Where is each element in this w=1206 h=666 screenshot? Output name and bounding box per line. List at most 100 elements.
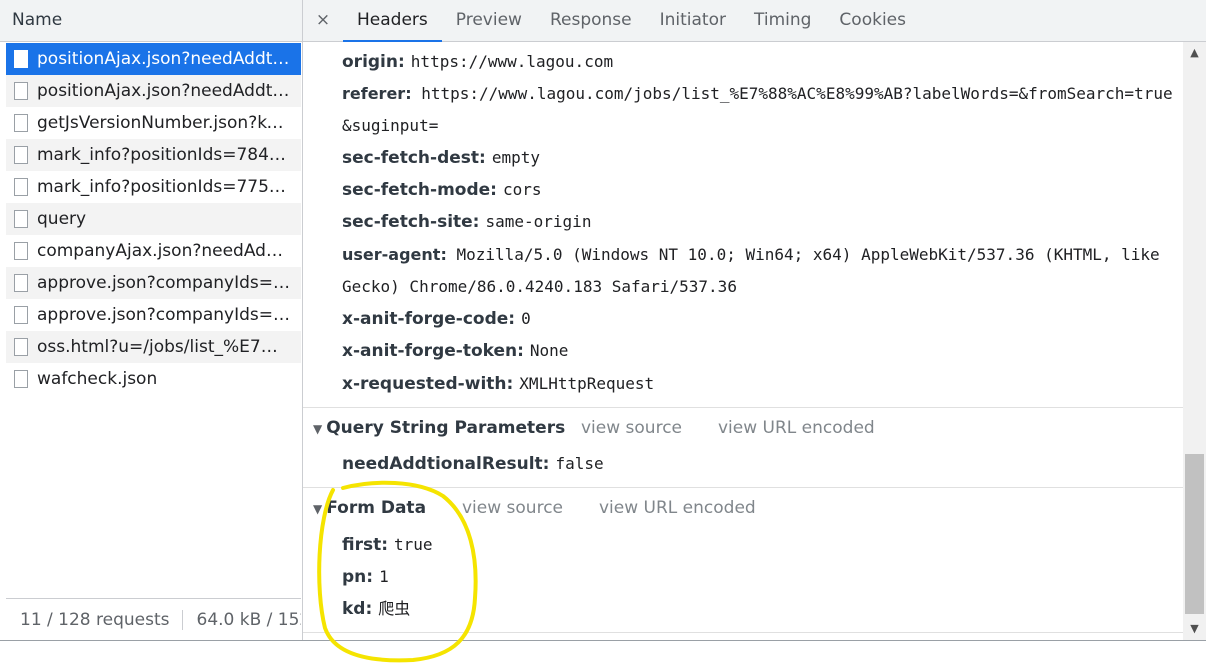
request-name: companyAjax.json?needAddti... <box>37 241 292 261</box>
header-key: sec-fetch-mode: <box>342 180 497 200</box>
request-name: mark_info?positionIds=77502... <box>37 177 292 197</box>
file-icon <box>14 338 28 356</box>
request-row[interactable]: approve.json?companyIds=11... <box>6 299 301 331</box>
request-name: approve.json?companyIds=34... <box>37 273 292 293</box>
file-icon <box>14 210 28 228</box>
header-row: x-anit-forge-code: 0 <box>342 303 531 335</box>
header-key: user-agent: <box>342 245 447 264</box>
headers-panel: origin: https://www.lagou.com referer: ht… <box>303 42 1183 640</box>
header-key: x-requested-with: <box>342 374 514 394</box>
param-value: 1 <box>379 567 389 586</box>
tab-preview[interactable]: Preview <box>442 0 536 41</box>
detail-tab-bar: × Headers Preview Response Initiator Tim… <box>303 0 1206 42</box>
request-name: wafcheck.json <box>37 369 158 389</box>
form-data-section-header[interactable]: ▼ Form Data view source view URL encoded <box>313 493 913 524</box>
file-icon <box>14 146 28 164</box>
request-row[interactable]: query <box>6 203 301 235</box>
header-value: None <box>529 341 569 360</box>
tab-initiator[interactable]: Initiator <box>646 0 740 41</box>
expand-triangle-icon[interactable]: ▼ <box>313 502 322 516</box>
request-row[interactable]: wafcheck.json <box>6 363 301 395</box>
param-value: 爬虫 <box>378 599 411 618</box>
tab-headers[interactable]: Headers <box>343 0 442 42</box>
file-icon <box>14 274 28 292</box>
request-list: positionAjax.json?needAddtio... position… <box>6 43 301 395</box>
file-icon <box>14 370 28 388</box>
request-count: 11 / 128 requests <box>6 610 183 630</box>
header-row: sec-fetch-dest: empty <box>342 142 540 174</box>
request-row[interactable]: oss.html?u=/jobs/list_%E7%88... <box>6 331 301 363</box>
param-value: false <box>555 454 604 473</box>
query-param-row: needAddtionalResult: false <box>342 448 604 480</box>
file-icon <box>14 114 28 132</box>
header-key: origin: <box>342 52 405 72</box>
header-row: referer: https://www.lagou.com/jobs/list… <box>342 78 1178 142</box>
request-list-pane: Name positionAjax.json?needAddtio... pos… <box>0 0 303 641</box>
view-url-encoded-link[interactable]: view URL encoded <box>718 413 875 443</box>
request-name: query <box>37 209 87 229</box>
vertical-scrollbar[interactable]: ▲ ▼ <box>1183 42 1206 640</box>
file-icon <box>14 178 28 196</box>
request-name: positionAjax.json?needAddtio... <box>37 81 292 101</box>
header-value: cors <box>502 180 542 199</box>
tab-response[interactable]: Response <box>536 0 646 41</box>
view-source-link[interactable]: view source <box>581 413 682 443</box>
param-key: first: <box>342 535 389 555</box>
param-key: pn: <box>342 567 374 587</box>
header-value: 0 <box>521 309 531 328</box>
header-value: same-origin <box>485 212 592 231</box>
request-row[interactable]: mark_info?positionIds=78450... <box>6 139 301 171</box>
tab-timing[interactable]: Timing <box>740 0 825 41</box>
section-divider <box>303 632 1183 633</box>
view-url-encoded-link[interactable]: view URL encoded <box>599 493 756 523</box>
header-key: sec-fetch-site: <box>342 212 480 232</box>
scroll-down-arrow-icon[interactable]: ▼ <box>1183 618 1206 640</box>
request-name: mark_info?positionIds=78450... <box>37 145 292 165</box>
header-value: empty <box>491 148 540 167</box>
header-key: sec-fetch-dest: <box>342 148 486 168</box>
form-data-title: Form Data <box>326 498 427 518</box>
request-name: getJsVersionNumber.json?key... <box>37 113 292 133</box>
header-row: origin: https://www.lagou.com <box>342 46 613 78</box>
scroll-up-arrow-icon[interactable]: ▲ <box>1183 42 1206 64</box>
header-row: sec-fetch-site: same-origin <box>342 206 591 238</box>
section-divider <box>303 487 1183 488</box>
scrollbar-thumb[interactable] <box>1185 454 1204 614</box>
status-bar: 11 / 128 requests 64.0 kB / 152 l <box>6 598 301 641</box>
file-icon <box>14 242 28 260</box>
header-value: https://www.lagou.com/jobs/list_%E7%88%A… <box>342 84 1173 135</box>
file-icon <box>14 50 28 68</box>
transfer-size: 64.0 kB / 152 l <box>196 610 302 630</box>
request-row[interactable]: approve.json?companyIds=34... <box>6 267 301 299</box>
request-name: positionAjax.json?needAddtio... <box>37 49 292 69</box>
request-row[interactable]: mark_info?positionIds=77502... <box>6 171 301 203</box>
header-row: x-requested-with: XMLHttpRequest <box>342 368 654 400</box>
view-source-link[interactable]: view source <box>462 493 563 523</box>
param-key: needAddtionalResult: <box>342 454 550 474</box>
file-icon <box>14 306 28 324</box>
request-name: oss.html?u=/jobs/list_%E7%88... <box>37 337 292 357</box>
request-row[interactable]: companyAjax.json?needAddti... <box>6 235 301 267</box>
header-row: x-anit-forge-token: None <box>342 335 568 367</box>
file-icon <box>14 82 28 100</box>
param-value: true <box>394 535 433 554</box>
request-row[interactable]: positionAjax.json?needAddtio... <box>6 75 301 107</box>
request-name: approve.json?companyIds=11... <box>37 305 292 325</box>
form-param-row: first: true <box>342 529 433 561</box>
header-value: Mozilla/5.0 (Windows NT 10.0; Win64; x64… <box>342 245 1160 296</box>
close-icon[interactable]: × <box>303 0 343 41</box>
header-row: sec-fetch-mode: cors <box>342 174 542 206</box>
request-row[interactable]: getJsVersionNumber.json?key... <box>6 107 301 139</box>
form-param-row: kd: 爬虫 <box>342 593 410 625</box>
header-value: https://www.lagou.com <box>410 52 614 71</box>
request-row[interactable]: positionAjax.json?needAddtio... <box>6 43 301 75</box>
tab-cookies[interactable]: Cookies <box>825 0 920 41</box>
header-key: x-anit-forge-code: <box>342 309 516 329</box>
expand-triangle-icon[interactable]: ▼ <box>313 422 322 436</box>
section-divider <box>303 407 1183 408</box>
bottom-edge <box>0 640 1206 666</box>
name-column-header[interactable]: Name <box>0 0 302 42</box>
header-key: x-anit-forge-token: <box>342 341 524 361</box>
query-string-title: Query String Parameters <box>326 418 566 438</box>
query-string-section-header[interactable]: ▼ Query String Parameters view source vie… <box>313 413 913 444</box>
